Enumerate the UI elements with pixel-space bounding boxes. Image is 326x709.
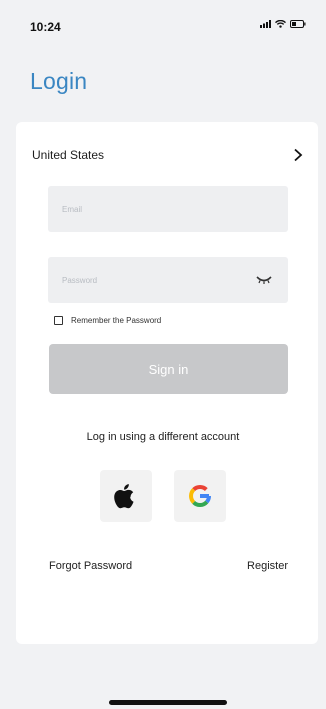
register-link[interactable]: Register	[247, 560, 288, 572]
password-field-container	[48, 257, 288, 303]
status-icons	[260, 20, 306, 28]
wifi-icon	[275, 20, 286, 28]
signal-icon	[260, 20, 271, 28]
email-field-container	[48, 186, 288, 232]
password-field[interactable]	[48, 257, 288, 303]
battery-icon	[290, 20, 306, 28]
eye-closed-icon[interactable]	[256, 275, 272, 285]
chevron-right-icon	[294, 148, 303, 162]
forgot-password-link[interactable]: Forgot Password	[49, 560, 132, 572]
google-login-button[interactable]	[174, 470, 226, 522]
remember-label: Remember the Password	[71, 316, 162, 325]
country-label: United States	[32, 148, 105, 162]
country-selector[interactable]: United States	[32, 145, 304, 165]
login-screen: 10:24 Login United States Email Remember…	[0, 0, 326, 709]
remember-password-row[interactable]: Remember the Password	[54, 316, 161, 325]
remember-checkbox[interactable]	[54, 316, 63, 325]
page-title: Login	[30, 68, 88, 94]
google-icon	[189, 485, 212, 507]
home-indicator	[109, 700, 227, 705]
status-bar: 10:24	[0, 0, 326, 50]
alternate-login-label: Log in using a different account	[86, 431, 240, 443]
status-time: 10:24	[30, 20, 61, 34]
apple-login-button[interactable]	[100, 470, 152, 522]
sign-in-button[interactable]: Sign in	[49, 344, 288, 394]
email-field[interactable]	[48, 186, 288, 232]
apple-icon	[114, 484, 134, 509]
